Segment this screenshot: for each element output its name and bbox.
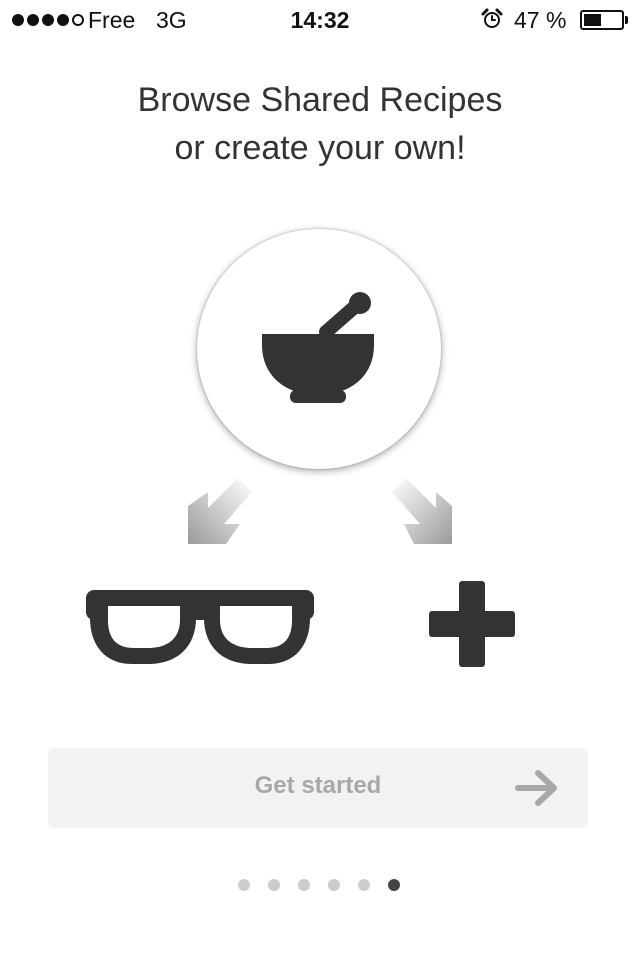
- mortar-and-pestle-icon: [262, 292, 374, 403]
- battery-percentage: 47 %: [514, 7, 567, 33]
- page-dot[interactable]: [238, 879, 250, 891]
- plus-icon: [429, 581, 515, 667]
- page-dot-active[interactable]: [388, 879, 400, 891]
- arrow-down-right-icon: [392, 478, 452, 544]
- page-dot[interactable]: [268, 879, 280, 891]
- alarm-clock-icon: [481, 8, 503, 28]
- page-dot[interactable]: [358, 879, 370, 891]
- page-dot[interactable]: [328, 879, 340, 891]
- battery-level-fill: [584, 14, 601, 26]
- get-started-label: Get started: [254, 772, 382, 799]
- get-started-button[interactable]: Get started: [48, 748, 588, 828]
- page-dot[interactable]: [298, 879, 310, 891]
- arrow-right-icon: [515, 770, 557, 806]
- battery-icon: [580, 10, 624, 30]
- page-title: Browse Shared Recipes or create your own…: [0, 76, 640, 172]
- page-indicator[interactable]: [238, 879, 400, 891]
- status-bar: Free 3G 14:32 47 %: [0, 0, 640, 40]
- glasses-icon: [86, 590, 314, 664]
- arrow-down-left-icon: [188, 478, 252, 544]
- title-line-2: or create your own!: [174, 129, 466, 167]
- battery-terminal: [625, 16, 628, 24]
- title-line-1: Browse Shared Recipes: [137, 81, 503, 119]
